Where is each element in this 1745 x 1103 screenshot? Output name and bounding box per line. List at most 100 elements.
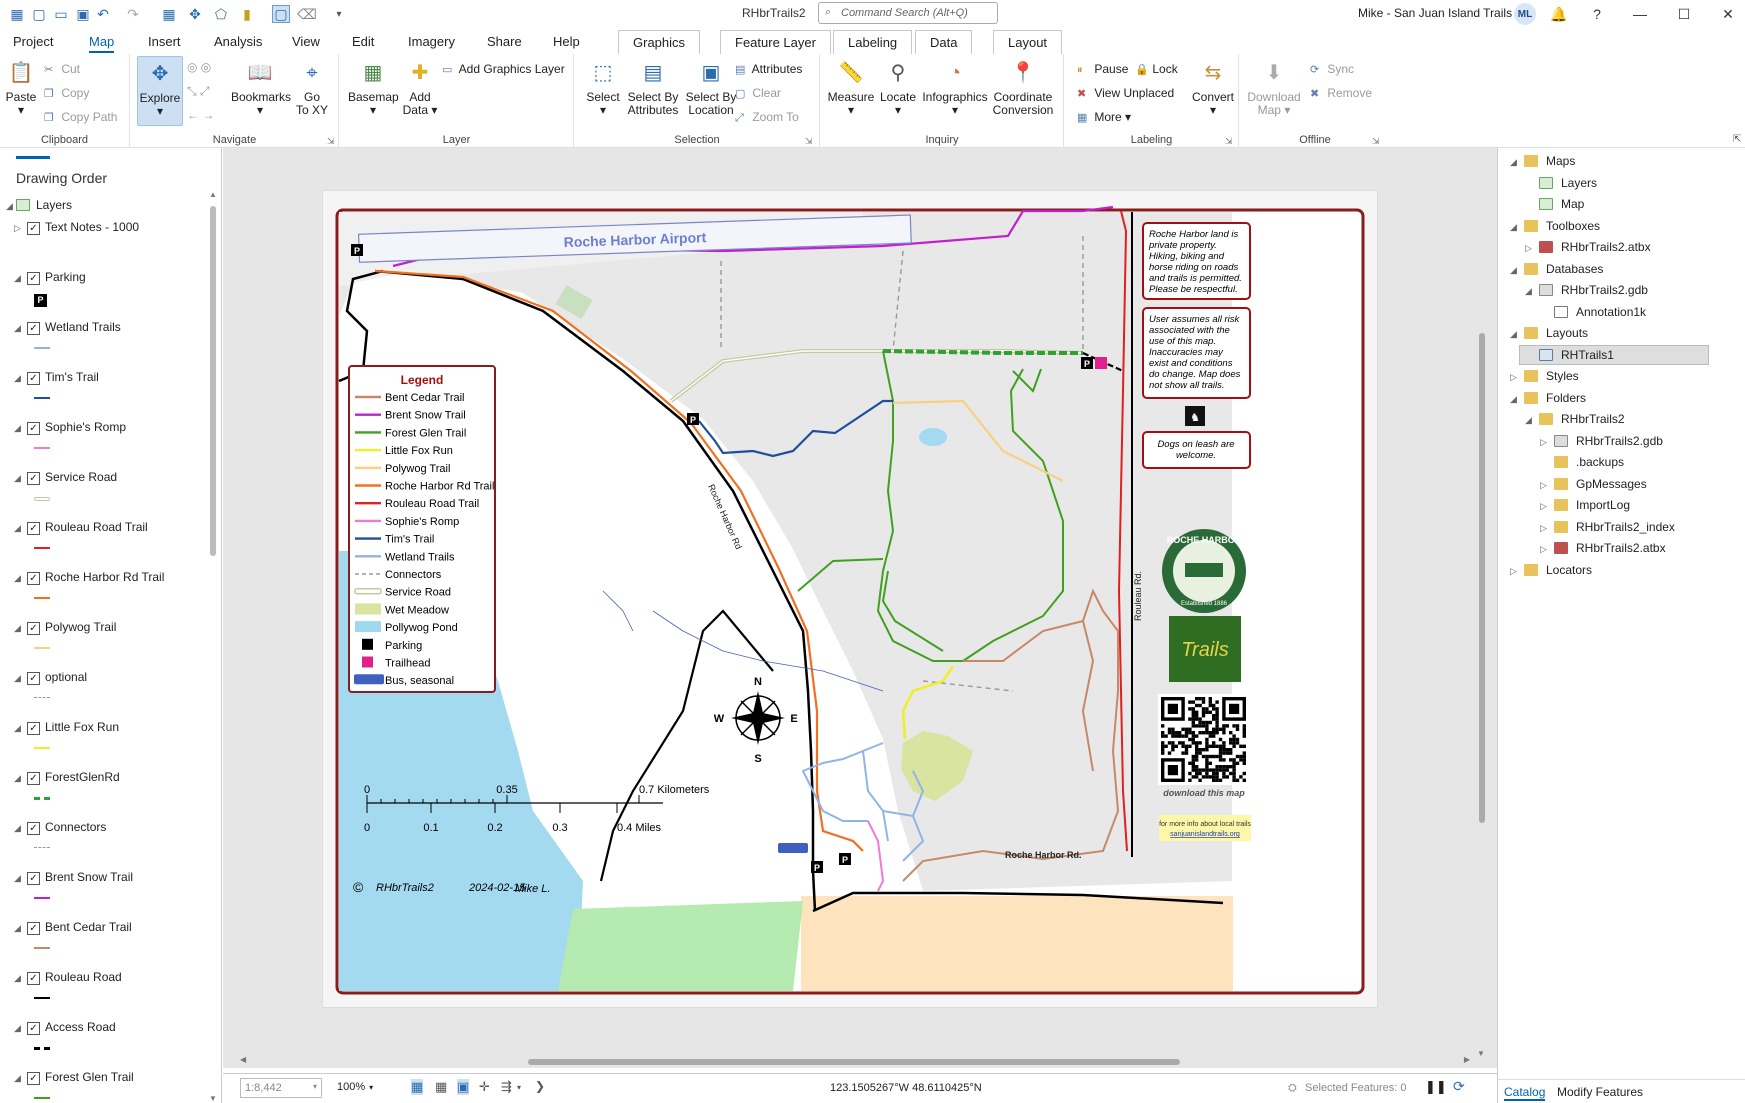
tree-arrow-icon[interactable]: ▷ — [1540, 480, 1554, 491]
navigate-launcher-icon[interactable]: ⇲ — [327, 136, 335, 147]
catalog-item[interactable]: ▷ RHbrTrails2.gdb — [1540, 434, 1663, 448]
visibility-checkbox[interactable]: ✓ — [27, 572, 40, 585]
layer-row[interactable]: ◢ ✓ Rouleau Road — [14, 970, 122, 985]
catalog-item[interactable]: ◢ Maps — [1510, 154, 1575, 168]
tree-arrow-icon[interactable]: ◢ — [1525, 286, 1539, 297]
layer-row[interactable]: ◢ ✓ Parking — [14, 270, 86, 285]
layer-row[interactable]: ◢ ✓ Little Fox Run — [14, 720, 119, 735]
expand-arrow-icon[interactable]: ◢ — [14, 823, 24, 834]
convert-button[interactable]: ⇆ Convert ▾ — [1191, 58, 1235, 117]
view-unplaced-button[interactable]: ✖ View Unplaced — [1077, 86, 1174, 100]
open-folder-icon[interactable]: ▭ — [52, 5, 70, 23]
download-map-button[interactable]: ⬇ Download Map ▾ — [1244, 58, 1304, 117]
save-icon[interactable]: ▣ — [74, 5, 92, 23]
maximize-icon[interactable]: ☐ — [1672, 4, 1696, 24]
tab-data[interactable]: Data — [915, 30, 973, 54]
add-layer-icon[interactable]: ▮ — [238, 5, 256, 23]
explore-button[interactable]: ✥ Explore ▾ — [137, 56, 183, 126]
tree-arrow-icon[interactable]: ◢ — [1510, 222, 1524, 233]
visibility-checkbox[interactable]: ✓ — [27, 872, 40, 885]
tab-analysis[interactable]: Analysis — [214, 34, 262, 49]
refresh-icon[interactable]: ⟳ — [1453, 1078, 1465, 1095]
page-view-icon[interactable]: ▦ — [411, 1079, 424, 1095]
expand-arrow-icon[interactable]: ◢ — [14, 623, 24, 634]
add-graphics-layer-button[interactable]: ▭ Add Graphics Layer — [442, 62, 565, 76]
command-search-input[interactable]: ⌕ Command Search (Alt+Q) — [818, 2, 998, 24]
hscroll-right-icon[interactable]: ▶ — [1464, 1055, 1470, 1064]
catalog-item[interactable]: ▷ RHbrTrails2.atbx — [1540, 541, 1666, 555]
tree-arrow-icon[interactable]: ▷ — [1540, 501, 1554, 512]
scale-dropdown[interactable]: 1:8,442 ▾ — [240, 1078, 322, 1098]
tree-arrow-icon[interactable]: ▷ — [1510, 372, 1524, 383]
fixed-zoom-icon[interactable]: ⤡ ⤢ — [187, 84, 210, 99]
catalog-item[interactable]: ◢ Folders — [1510, 391, 1586, 405]
website-link[interactable]: sanjuanislandtrails.org — [1170, 831, 1240, 838]
zoom-dropdown[interactable]: 100% ▾ — [335, 1078, 383, 1098]
catalog-item[interactable]: ▷ ImportLog — [1540, 498, 1630, 512]
layers-root[interactable]: ◢ Layers — [6, 198, 72, 212]
edit-vertices-icon[interactable]: ⬠ — [212, 5, 230, 23]
select-by-attributes-button[interactable]: ▤ Select By Attributes — [625, 58, 681, 117]
visibility-checkbox[interactable]: ✓ — [27, 1022, 40, 1035]
layer-row[interactable]: ◢ ✓ Bent Cedar Trail — [14, 920, 132, 935]
catalog-item[interactable]: ▷ Locators — [1510, 563, 1592, 577]
undo-icon[interactable]: ↶ — [94, 5, 112, 23]
copy-path-button[interactable]: ❐ Copy Path — [44, 110, 117, 124]
close-icon[interactable]: ✕ — [1716, 4, 1740, 24]
expand-arrow-icon[interactable]: ◢ — [14, 323, 24, 334]
more-status-icon[interactable]: ❯ — [535, 1079, 545, 1093]
attributes-button[interactable]: ▤ Attributes — [735, 62, 802, 76]
visibility-checkbox[interactable]: ✓ — [27, 772, 40, 785]
expand-arrow-icon[interactable]: ◢ — [14, 473, 24, 484]
rotation-icon[interactable]: ⇶ — [501, 1079, 512, 1095]
user-name[interactable]: Mike - San Juan Island Trails — [1358, 6, 1512, 20]
measure-button[interactable]: 📏 Measure ▾ — [827, 58, 875, 117]
bookmarks-button[interactable]: 📖 Bookmarks ▾ — [231, 58, 291, 117]
snapping-icon[interactable]: ▣ — [457, 1079, 470, 1095]
expand-arrow-icon[interactable]: ◢ — [14, 423, 24, 434]
paste-button[interactable]: 📋 Paste ▾ — [4, 58, 38, 117]
layer-row[interactable]: ◢ ✓ optional — [14, 670, 87, 685]
lock-button[interactable]: 🔒 Lock — [1135, 62, 1178, 76]
zoom-to-button[interactable]: ⤢ Zoom To — [735, 110, 799, 125]
layout-horizontal-scrollbar[interactable]: ◀ ▶ — [240, 1055, 1470, 1066]
visibility-checkbox[interactable]: ✓ — [27, 922, 40, 935]
scroll-up-icon[interactable]: ▲ — [209, 190, 217, 199]
locate-button[interactable]: ⚲ Locate ▾ — [877, 58, 919, 117]
select-by-location-button[interactable]: ▣ Select By Location — [683, 58, 739, 117]
infographics-button[interactable]: ◔ Infographics ▾ — [921, 58, 989, 117]
expand-arrow-icon[interactable]: ◢ — [14, 573, 24, 584]
customize-dropdown-icon[interactable]: ▾ — [330, 5, 348, 23]
copy-button[interactable]: ❐ Copy — [44, 86, 89, 100]
layout-view[interactable]: Roche Harbor Airport Roche Harbor Rd Roc… — [223, 148, 1497, 1068]
tab-view[interactable]: View — [292, 34, 320, 49]
visibility-checkbox[interactable]: ✓ — [27, 672, 40, 685]
go-to-xy-button[interactable]: ⌖ Go To XY — [291, 58, 333, 117]
scroll-down-icon[interactable]: ▼ — [209, 1094, 217, 1103]
notifications-bell-icon[interactable]: 🔔 — [1547, 4, 1571, 24]
layer-row[interactable]: ◢ ✓ Wetland Trails — [14, 320, 121, 335]
basemap-button[interactable]: ▦ Basemap ▾ — [348, 58, 399, 117]
expand-arrow-icon[interactable]: ◢ — [14, 1023, 24, 1034]
layer-row[interactable]: ◢ ✓ Brent Snow Trail — [14, 870, 133, 885]
catalog-item[interactable]: ◢ Toolboxes — [1510, 219, 1600, 233]
layout-page[interactable]: Roche Harbor Airport Roche Harbor Rd Roc… — [322, 190, 1378, 1008]
catalog-item[interactable]: ◢ RHbrTrails2.gdb — [1525, 283, 1648, 297]
move-icon[interactable]: ✥ — [186, 5, 204, 23]
catalog-item[interactable]: .backups — [1540, 455, 1624, 469]
visibility-checkbox[interactable]: ✓ — [27, 222, 40, 235]
collapse-ribbon-icon[interactable]: ⇱ — [1733, 134, 1741, 145]
hscroll-left-icon[interactable]: ◀ — [240, 1055, 246, 1064]
layer-row[interactable]: ◢ ✓ Rouleau Road Trail — [14, 520, 148, 535]
sync-button[interactable]: ⟳ Sync — [1310, 62, 1354, 76]
tab-map[interactable]: Map — [89, 34, 115, 53]
minimize-icon[interactable]: — — [1628, 4, 1652, 24]
expand-arrow-icon[interactable]: ◢ — [14, 523, 24, 534]
cut-button[interactable]: ✂ Cut — [44, 62, 80, 76]
tree-arrow-icon[interactable]: ▷ — [1510, 566, 1524, 577]
layout-icon[interactable]: ▢ — [272, 5, 290, 23]
visibility-checkbox[interactable]: ✓ — [27, 622, 40, 635]
vscroll-down-icon[interactable]: ▼ — [1477, 1049, 1485, 1058]
catalog-item[interactable]: Map — [1525, 197, 1584, 211]
offline-launcher-icon[interactable]: ⇲ — [1372, 136, 1380, 147]
